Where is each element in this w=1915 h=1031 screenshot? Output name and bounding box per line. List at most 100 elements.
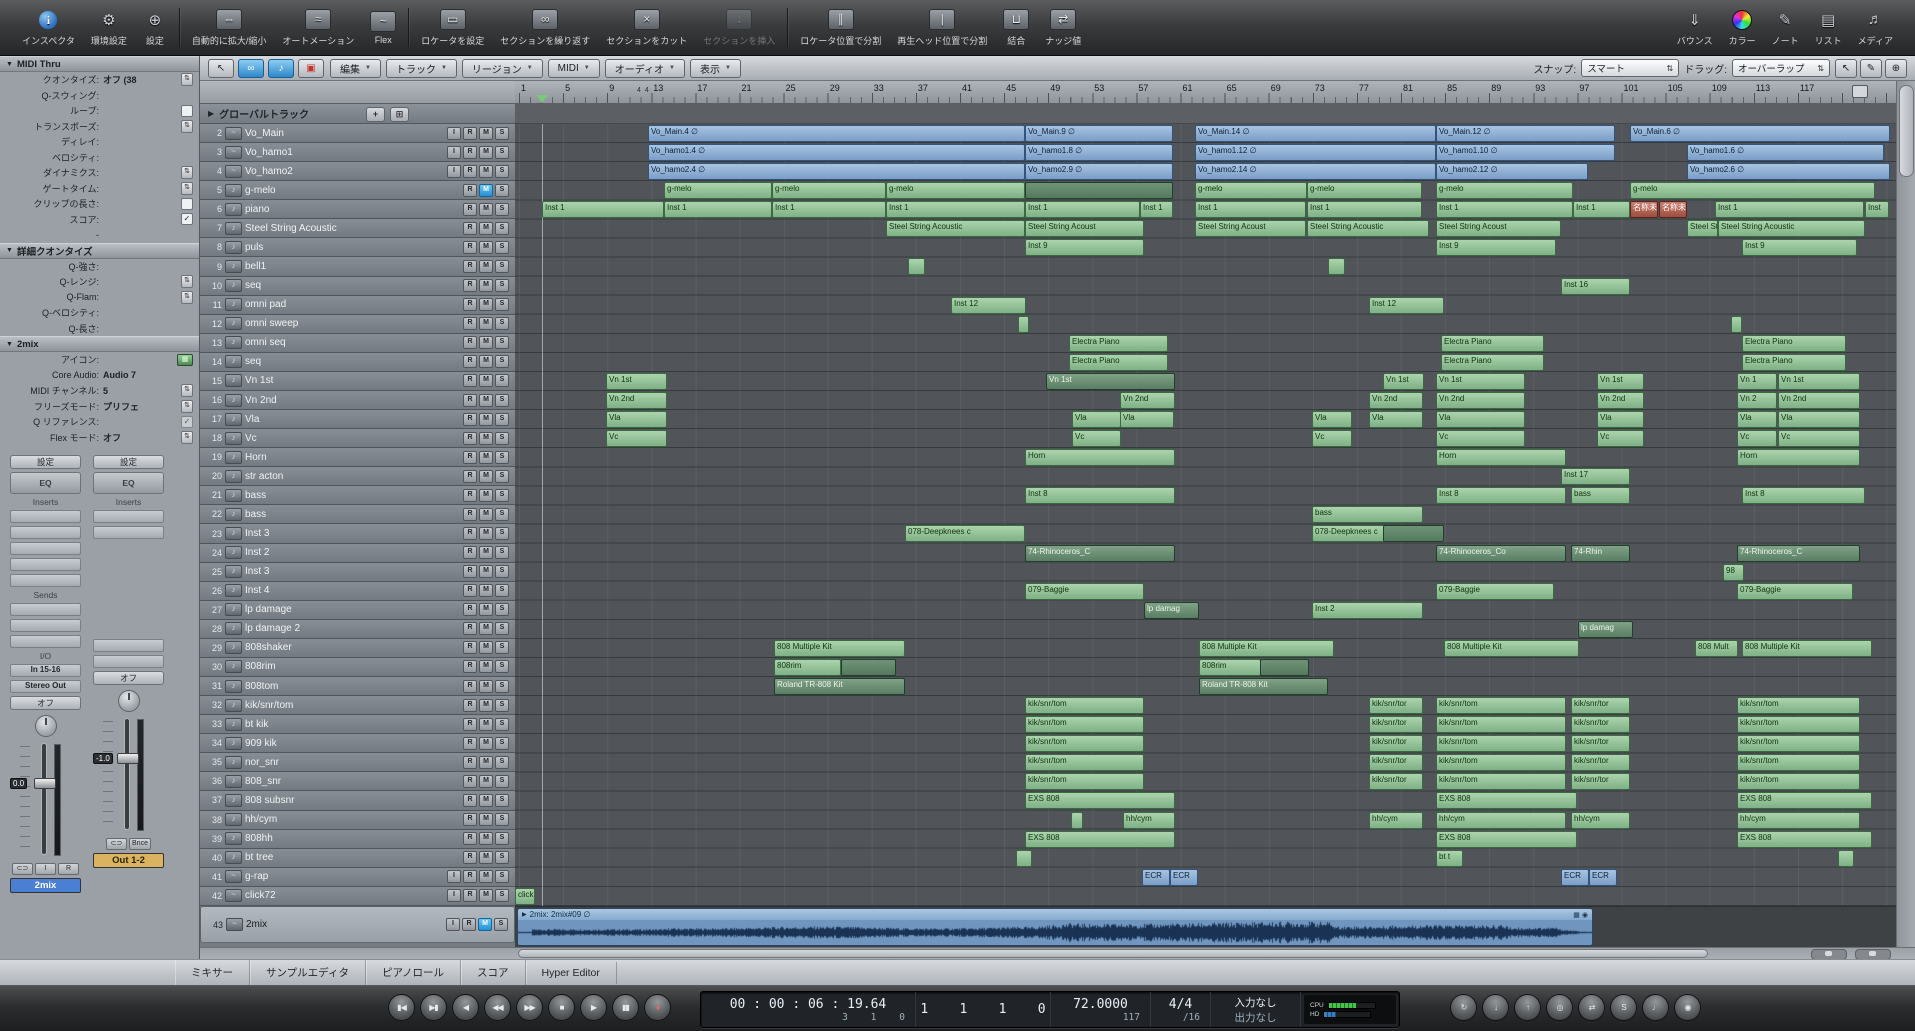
toolbar-button-オートメーション[interactable]: ≈ オートメーション bbox=[282, 9, 354, 47]
stepper-icon[interactable]: ⇅ bbox=[181, 430, 193, 444]
track-solo-button[interactable]: S bbox=[495, 622, 509, 636]
track-name[interactable]: 808rim bbox=[245, 661, 460, 672]
stepper-icon[interactable]: ⇅ bbox=[181, 275, 193, 289]
region-kik/snr/tom[interactable]: kik/snr/tom bbox=[1436, 773, 1566, 791]
region-EXS 808[interactable]: EXS 808 bbox=[1025, 830, 1175, 848]
add-track-button[interactable]: + bbox=[366, 107, 385, 122]
track-row-piano[interactable]: 6 ♪ piano R M S bbox=[200, 200, 515, 220]
track-name[interactable]: seq bbox=[245, 356, 460, 367]
track-name[interactable]: 808shaker bbox=[245, 642, 460, 653]
track-record-button[interactable]: R bbox=[463, 240, 477, 254]
track-row-Horn[interactable]: 19 ♪ Horn R M S bbox=[200, 448, 515, 468]
region-Inst 1[interactable]: Inst 1 bbox=[1195, 201, 1306, 219]
track-row-909 kik[interactable]: 34 ♪ 909 kik R M S bbox=[200, 734, 515, 754]
track-mute-button[interactable]: M bbox=[479, 221, 493, 235]
region-名称未設定[interactable]: 名称未設定 bbox=[1659, 201, 1687, 219]
region-EXS 808[interactable]: EXS 808 bbox=[1436, 792, 1577, 810]
track-mute-button[interactable]: M bbox=[479, 183, 493, 197]
track-mute-button[interactable]: M bbox=[479, 584, 493, 598]
region-Vo_hamo2.9 ∅[interactable]: Vo_hamo2.9 ∅ bbox=[1025, 163, 1173, 181]
strip-mini-button-I[interactable]: I bbox=[35, 863, 56, 875]
region-Vla[interactable]: Vla bbox=[1778, 411, 1860, 429]
track-solo-button[interactable]: S bbox=[495, 698, 509, 712]
track-mute-button[interactable]: M bbox=[479, 336, 493, 350]
track-mute-button[interactable]: M bbox=[479, 431, 493, 445]
region-Inst 1[interactable]: Inst 1 bbox=[772, 201, 886, 219]
region[interactable] bbox=[1260, 658, 1309, 676]
arrange-canvas[interactable]: Vo_Main.4 ∅ Vo_Main.9 ∅ Vo_Main.14 ∅ Vo_Mai… bbox=[515, 124, 1896, 906]
sync-button[interactable]: ⇄ bbox=[1578, 994, 1605, 1021]
track-mute-button[interactable]: M bbox=[479, 488, 493, 502]
track-name[interactable]: 808_snr bbox=[245, 776, 460, 787]
track-row-Inst 3[interactable]: 23 ♪ Inst 3RMS bbox=[200, 524, 515, 544]
region-Vc[interactable]: Vc bbox=[1312, 430, 1352, 448]
track-solo-button[interactable]: S bbox=[495, 641, 509, 655]
track-record-button[interactable]: R bbox=[463, 565, 477, 579]
cycle-button[interactable]: ↻ bbox=[1450, 994, 1477, 1021]
toolbar-button-結合[interactable]: ⊔ 結合 bbox=[1003, 9, 1030, 47]
track-solo-button[interactable]: S bbox=[495, 355, 509, 369]
region-Vn 2nd[interactable]: Vn 2nd bbox=[1369, 391, 1423, 409]
pause-button[interactable]: ▮▮ bbox=[612, 994, 639, 1021]
region-Steel String Acoust[interactable]: Steel String Acoust bbox=[1025, 220, 1144, 238]
track-record-button[interactable]: R bbox=[463, 889, 477, 903]
strip-off-button[interactable]: オフ bbox=[93, 671, 164, 685]
region-98[interactable]: 98 bbox=[1723, 563, 1744, 581]
track-row-g-melo[interactable]: 5 ♪ g-melo R M S bbox=[200, 181, 515, 201]
playhead-marker[interactable] bbox=[536, 95, 548, 103]
region-Vo_hamo2.14 ∅[interactable]: Vo_hamo2.14 ∅ bbox=[1195, 163, 1436, 181]
insert-slot[interactable] bbox=[10, 542, 81, 555]
inspector-section-header[interactable]: ▼ 2mix bbox=[0, 336, 199, 352]
region-hh/cym[interactable]: hh/cym bbox=[1123, 811, 1175, 829]
insert-slot[interactable] bbox=[93, 526, 164, 539]
track-mute-button[interactable]: M bbox=[479, 565, 493, 579]
region-ECR[interactable]: ECR bbox=[1589, 868, 1617, 886]
pencil-tool[interactable]: ✎ bbox=[1860, 58, 1882, 78]
region-079-Baggie[interactable]: 079-Baggie bbox=[1436, 582, 1554, 600]
track-row-Vla[interactable]: 17 ♪ Vla R M S bbox=[200, 410, 515, 430]
region-74-Rhin[interactable]: 74-Rhin bbox=[1571, 544, 1630, 562]
disclosure-triangle-icon[interactable]: ▶ bbox=[208, 109, 214, 118]
menu-オーディオ[interactable]: オーディオ ▼ bbox=[604, 58, 685, 78]
track-mute-button[interactable]: M bbox=[479, 164, 493, 178]
track-record-button[interactable]: R bbox=[463, 202, 477, 216]
vertical-scrollbar[interactable] bbox=[1896, 81, 1915, 947]
region-Vo_Main.12 ∅[interactable]: Vo_Main.12 ∅ bbox=[1436, 125, 1615, 142]
region-Inst 9[interactable]: Inst 9 bbox=[1436, 239, 1556, 257]
track-row-seq[interactable]: 10 ♪ seq R M S bbox=[200, 276, 515, 296]
track-name[interactable]: Inst 4 bbox=[245, 585, 460, 596]
track-input-button[interactable]: I bbox=[447, 126, 461, 140]
track-record-button[interactable]: R bbox=[463, 813, 477, 827]
horizontal-scrollbar-thumb[interactable] bbox=[518, 949, 1708, 958]
region-Inst 1[interactable]: Inst 1 bbox=[664, 201, 772, 219]
region-g-melo[interactable]: g-melo bbox=[886, 182, 1025, 200]
go-to-end-button[interactable]: ▶▮ bbox=[420, 994, 447, 1021]
io-slot[interactable] bbox=[93, 655, 164, 668]
track-input-button[interactable]: I bbox=[446, 918, 460, 931]
stepper-icon[interactable]: ⇅ bbox=[181, 290, 193, 304]
parameter-value[interactable]: オフ bbox=[103, 431, 181, 444]
region-kik/snr/tom[interactable]: kik/snr/tom bbox=[1025, 697, 1144, 715]
region-Inst 8[interactable]: Inst 8 bbox=[1742, 487, 1865, 505]
menu-リージョン[interactable]: リージョン ▼ bbox=[461, 58, 543, 78]
track-solo-button[interactable]: S bbox=[495, 717, 509, 731]
track-mute-button[interactable]: M bbox=[479, 717, 493, 731]
region-kik/snr/tor[interactable]: kik/snr/tor bbox=[1571, 735, 1630, 753]
region-hh/cym[interactable]: hh/cym bbox=[1369, 811, 1423, 829]
track-name[interactable]: omni seq bbox=[245, 337, 460, 348]
region-kik/snr/tor[interactable]: kik/snr/tor bbox=[1571, 697, 1630, 715]
mix-audio-region[interactable]: ▶ 2mix: 2mix#09 ∅ ▦ ◉ bbox=[517, 908, 1593, 946]
region-kik/snr/tom[interactable]: kik/snr/tom bbox=[1436, 697, 1566, 715]
arrange-tool-button[interactable]: ∞ bbox=[238, 58, 264, 78]
vertical-scrollbar-thumb[interactable] bbox=[1899, 85, 1914, 177]
region-Vo_hamo1.10 ∅[interactable]: Vo_hamo1.10 ∅ bbox=[1436, 144, 1615, 162]
track-record-button[interactable]: R bbox=[463, 260, 477, 274]
region-Vc[interactable]: Vc bbox=[606, 430, 667, 448]
track-name[interactable]: omni sweep bbox=[245, 318, 460, 329]
region-bass[interactable]: bass bbox=[1571, 487, 1630, 505]
disclosure-triangle-icon[interactable]: ▶ bbox=[522, 911, 527, 918]
track-row-Vn 2nd[interactable]: 16 ♪ Vn 2nd R M S bbox=[200, 390, 515, 411]
track-row-omni sweep[interactable]: 12 ♪ omni sweep R M S bbox=[200, 314, 515, 334]
region[interactable] bbox=[1838, 849, 1854, 867]
strip-mini-button-Bnce[interactable]: Bnce bbox=[129, 838, 151, 850]
